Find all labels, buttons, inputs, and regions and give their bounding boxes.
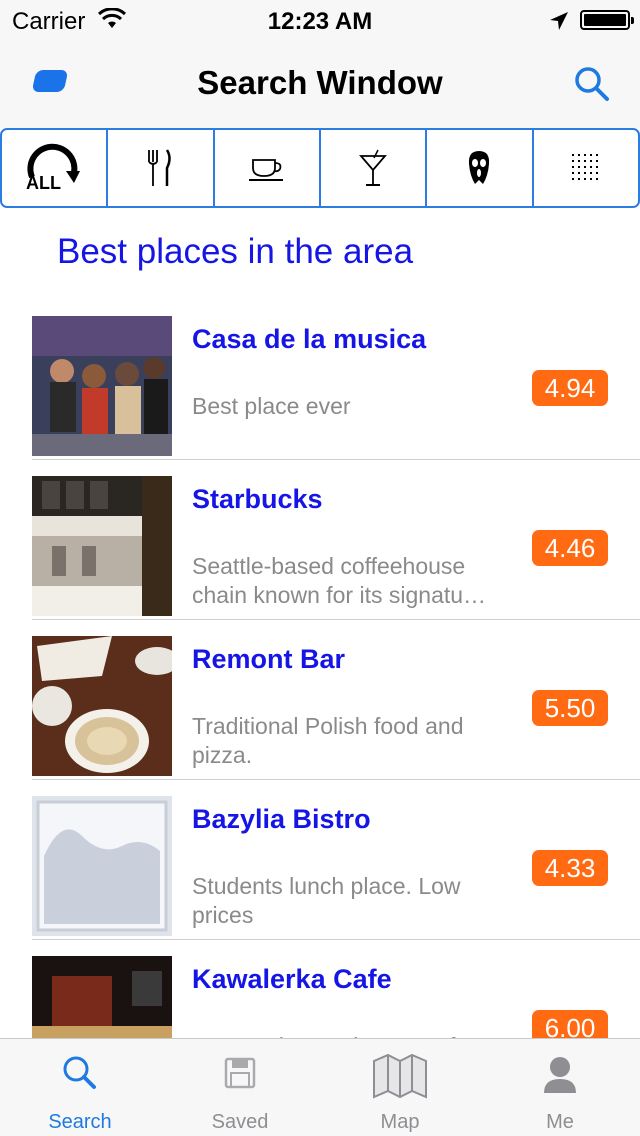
tab-saved[interactable]: Saved bbox=[160, 1039, 320, 1136]
search-button[interactable] bbox=[572, 64, 612, 104]
tab-bar: Search Saved Map Me bbox=[0, 1038, 640, 1136]
place-description: Seattle-based coffeehouse chain known fo… bbox=[192, 553, 487, 608]
place-name: Bazylia Bistro bbox=[192, 804, 371, 834]
tab-label: Search bbox=[48, 1111, 112, 1133]
place-name: Starbucks bbox=[192, 484, 323, 514]
cocktail-icon bbox=[359, 149, 388, 186]
list-item[interactable]: Remont Bar Traditional Polish food and p… bbox=[0, 620, 640, 780]
placeholder-photo-icon bbox=[32, 796, 172, 936]
location-arrow-icon bbox=[550, 12, 568, 30]
rating-badge: 4.33 bbox=[532, 850, 608, 886]
place-description: Best place ever bbox=[192, 393, 351, 419]
rating-badge: 5.50 bbox=[532, 690, 608, 726]
filter-all[interactable]: ALL bbox=[2, 130, 109, 206]
place-photo bbox=[32, 636, 172, 776]
place-description: Traditional Polish food and pizza. bbox=[192, 713, 464, 768]
grid-dots-icon bbox=[571, 154, 598, 180]
filter-restaurant[interactable] bbox=[108, 130, 215, 206]
status-time: 12:23 AM bbox=[267, 8, 373, 35]
all-filter-icon: ALL bbox=[26, 143, 81, 193]
page-title: Search Window bbox=[197, 64, 443, 101]
list-item[interactable]: Casa de la musica Best place ever 4.94 bbox=[0, 300, 640, 460]
place-name: Remont Bar bbox=[192, 644, 346, 674]
list-item[interactable]: Bazylia Bistro Students lunch place. Low… bbox=[0, 780, 640, 940]
section-title: Best places in the area bbox=[57, 232, 414, 271]
tab-label: Map bbox=[380, 1111, 420, 1133]
filter-coffee[interactable] bbox=[215, 130, 321, 206]
place-name: Kawalerka Cafe bbox=[192, 964, 392, 994]
tab-search[interactable]: Search bbox=[0, 1039, 160, 1136]
rating-badge: 4.46 bbox=[532, 530, 608, 566]
filter-nightlife[interactable] bbox=[427, 130, 534, 206]
list-item[interactable]: Starbucks Seattle-based coffeehouse chai… bbox=[0, 460, 640, 620]
coffee-cup-icon bbox=[248, 159, 283, 181]
rating-badge: 4.94 bbox=[532, 370, 608, 406]
place-description: Students lunch place. Low prices bbox=[192, 873, 461, 928]
place-photo bbox=[32, 316, 172, 456]
search-icon bbox=[63, 1056, 96, 1089]
navigation-bar: Carrier 12:23 AM Search Window bbox=[0, 0, 640, 128]
place-photo bbox=[32, 476, 172, 616]
tab-me[interactable]: Me bbox=[480, 1039, 640, 1136]
person-icon bbox=[544, 1057, 576, 1093]
status-bar: Carrier 12:23 AM bbox=[0, 0, 640, 40]
tab-label: Saved bbox=[211, 1111, 269, 1133]
filter-bar[interactable] bbox=[321, 130, 428, 206]
restaurant-icon bbox=[148, 149, 172, 186]
tab-label: Me bbox=[546, 1111, 574, 1133]
tab-map[interactable]: Map bbox=[320, 1039, 480, 1136]
floppy-disk-icon bbox=[224, 1057, 256, 1089]
filter-more[interactable] bbox=[534, 130, 638, 206]
map-icon bbox=[373, 1053, 427, 1099]
battery-icon bbox=[580, 10, 634, 30]
place-name: Casa de la musica bbox=[192, 324, 427, 354]
ghost-mask-icon bbox=[469, 151, 490, 184]
category-filter: ALL bbox=[0, 128, 640, 208]
all-filter-label: ALL bbox=[26, 173, 61, 193]
